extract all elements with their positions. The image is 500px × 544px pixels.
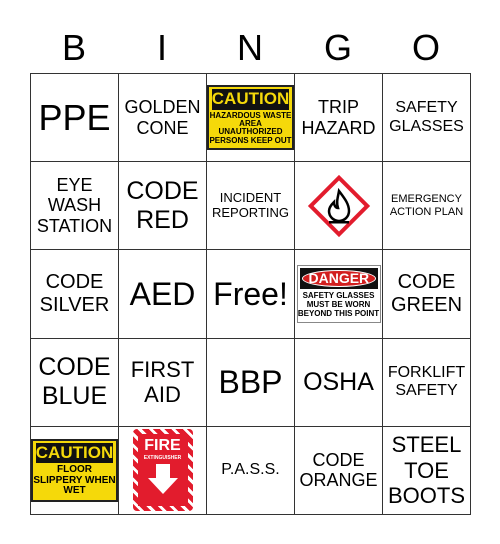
- bingo-cell[interactable]: OSHA: [295, 338, 383, 427]
- bingo-cell[interactable]: FORKLIFT SAFETY: [383, 338, 471, 427]
- sign-title: CAUTION: [211, 89, 290, 110]
- bingo-cell[interactable]: EYE WASH STATION: [31, 162, 119, 251]
- sign-title: DANGER: [301, 270, 377, 288]
- bingo-cell[interactable]: FIRE EXTINGUISHER: [119, 426, 207, 515]
- bingo-cell[interactable]: AED: [119, 250, 207, 339]
- header-letter: I: [156, 27, 167, 68]
- bingo-cell[interactable]: CODE GREEN: [383, 250, 471, 339]
- bingo-cell[interactable]: BBP: [207, 338, 295, 427]
- flammable-hazard-icon: [307, 174, 370, 237]
- bingo-cell[interactable]: CODE ORANGE: [295, 426, 383, 515]
- sign-title: FIRE: [144, 437, 181, 455]
- bingo-cell[interactable]: SAFETY GLASSES: [383, 74, 471, 163]
- bingo-cell[interactable]: FIRST AID: [119, 338, 207, 427]
- sign-text: FLOOR SLIPPERY WHEN WET: [33, 464, 116, 497]
- fire-extinguisher-sign: FIRE EXTINGUISHER: [132, 429, 193, 512]
- danger-sign: DANGER SAFETY GLASSES MUST BE WORN BEYOND…: [296, 265, 381, 323]
- bingo-cell[interactable]: STEEL TOE BOOTS: [383, 426, 471, 515]
- sign-text: SAFETY GLASSES MUST BE WORN BEYOND THIS …: [297, 291, 380, 319]
- header-letter: N: [237, 27, 263, 68]
- bingo-cell[interactable]: CODE BLUE: [31, 338, 119, 427]
- sign-title: CAUTION: [35, 442, 114, 464]
- bingo-cell[interactable]: DANGER SAFETY GLASSES MUST BE WORN BEYOND…: [295, 250, 383, 339]
- down-arrow-icon: [147, 463, 178, 494]
- bingo-cell[interactable]: CAUTION HAZARDOUS WASTE AREA UNAUTHORIZED…: [207, 74, 295, 163]
- header-letter: G: [323, 27, 352, 68]
- bingo-cell[interactable]: PPE: [31, 74, 119, 163]
- bingo-header: B I N G O: [30, 28, 470, 68]
- bingo-cell[interactable]: CODE RED: [119, 162, 207, 251]
- bingo-cell[interactable]: EMERGENCY ACTION PLAN: [383, 162, 471, 251]
- sign-text: HAZARDOUS WASTE AREA UNAUTHORIZED PERSON…: [209, 110, 292, 145]
- bingo-cell[interactable]: CODE SILVER: [31, 250, 119, 339]
- header-letter: O: [411, 27, 440, 68]
- bingo-cell[interactable]: INCIDENT REPORTING: [207, 162, 295, 251]
- header-letter: B: [61, 27, 86, 68]
- bingo-cell[interactable]: GOLDEN CONE: [119, 74, 207, 163]
- bingo-cell[interactable]: CAUTION FLOOR SLIPPERY WHEN WET: [31, 426, 119, 515]
- caution-sign: CAUTION FLOOR SLIPPERY WHEN WET: [31, 438, 118, 502]
- caution-sign: CAUTION HAZARDOUS WASTE AREA UNAUTHORIZED…: [207, 85, 294, 151]
- bingo-card: PPE GOLDEN CONE CAUTION HAZARDOUS WASTE A…: [30, 73, 471, 515]
- bingo-cell[interactable]: [295, 162, 383, 251]
- free-space[interactable]: Free!: [207, 250, 295, 339]
- bingo-cell[interactable]: P.A.S.S.: [207, 426, 295, 515]
- bingo-cell[interactable]: TRIP HAZARD: [295, 74, 383, 163]
